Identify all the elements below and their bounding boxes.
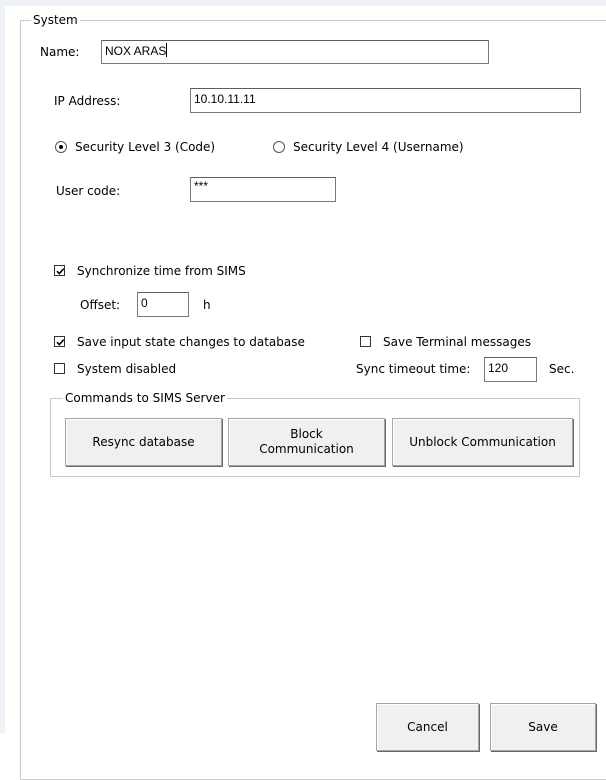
sync-time-checkbox[interactable] — [54, 265, 65, 276]
offset-field[interactable]: 0 — [137, 292, 189, 317]
system-disabled-label[interactable]: System disabled — [77, 362, 176, 376]
window-top-band — [0, 0, 606, 6]
system-disabled-checkbox[interactable] — [54, 363, 65, 374]
ip-address-field[interactable]: 10.10.11.11 — [190, 88, 581, 113]
save-terminal-label[interactable]: Save Terminal messages — [383, 335, 531, 349]
security-level-3-label[interactable]: Security Level 3 (Code) — [75, 140, 215, 154]
text-caret — [166, 43, 168, 57]
save-input-checkbox[interactable] — [54, 336, 65, 347]
security-level-3-radio[interactable] — [55, 141, 67, 153]
sync-timeout-value: 120 — [488, 361, 509, 375]
block-line-2: Communication — [259, 442, 354, 456]
offset-value: 0 — [141, 296, 148, 310]
checkmark-icon — [56, 339, 65, 346]
offset-label: Offset: — [80, 298, 121, 312]
cancel-button[interactable]: Cancel — [376, 703, 479, 751]
checkmark-icon — [56, 268, 65, 275]
unblock-communication-label: Unblock Communication — [409, 434, 556, 449]
offset-unit: h — [203, 298, 211, 312]
user-code-value: *** — [194, 179, 209, 193]
system-group-title: System — [31, 13, 80, 27]
name-value: NOX ARAS — [105, 44, 167, 58]
block-line-1: Block — [290, 427, 323, 441]
security-level-4-label[interactable]: Security Level 4 (Username) — [293, 140, 464, 154]
sync-timeout-unit: Sec. — [549, 362, 575, 376]
save-label: Save — [528, 719, 558, 734]
cancel-label: Cancel — [407, 719, 448, 734]
sync-timeout-field[interactable]: 120 — [484, 357, 537, 382]
commands-group-title: Commands to SIMS Server — [63, 391, 227, 405]
name-label: Name: — [40, 45, 80, 59]
security-level-4-radio[interactable] — [273, 141, 285, 153]
ip-address-label: IP Address: — [54, 94, 121, 108]
sync-timeout-label: Sync timeout time: — [356, 362, 471, 376]
save-input-label[interactable]: Save input state changes to database — [77, 335, 305, 349]
user-code-field[interactable]: *** — [190, 177, 336, 202]
save-button[interactable]: Save — [490, 703, 596, 751]
user-code-label: User code: — [56, 184, 121, 198]
window-left-band — [0, 0, 5, 733]
sync-time-label[interactable]: Synchronize time from SIMS — [77, 264, 246, 278]
resync-database-button[interactable]: Resync database — [65, 418, 222, 466]
name-field[interactable]: NOX ARAS — [101, 40, 489, 64]
unblock-communication-button[interactable]: Unblock Communication — [392, 418, 573, 466]
radio-selected-dot — [59, 145, 63, 149]
block-communication-button[interactable]: Block Communication — [228, 418, 385, 466]
save-terminal-checkbox[interactable] — [360, 336, 371, 347]
resync-database-label: Resync database — [92, 434, 195, 449]
ip-address-value: 10.10.11.11 — [194, 92, 256, 106]
